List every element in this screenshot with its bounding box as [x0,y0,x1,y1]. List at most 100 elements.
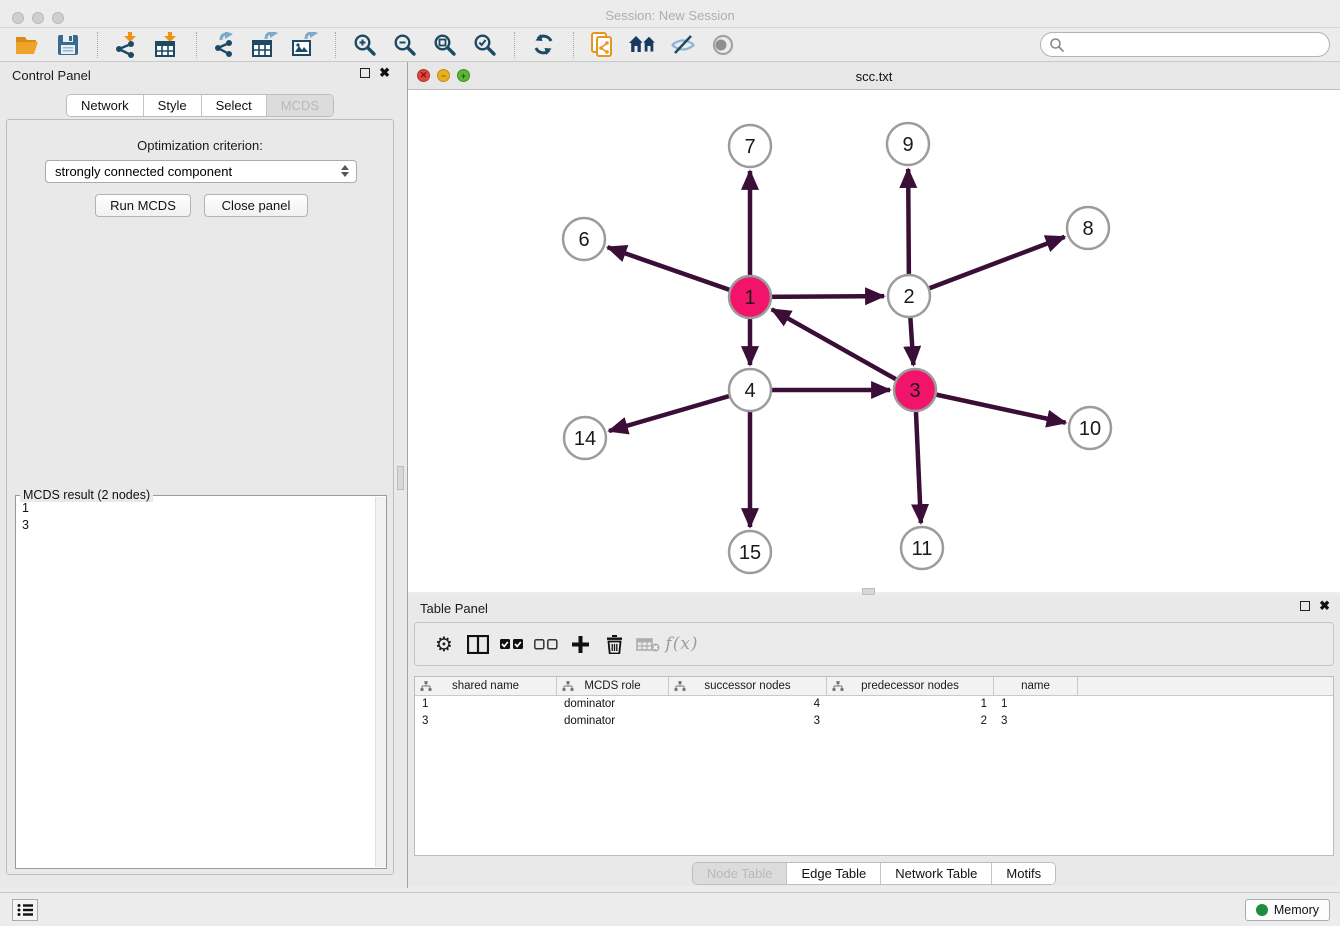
graph-node-label-15: 15 [739,542,761,564]
tab-mcds[interactable]: MCDS [267,95,333,116]
import-table-icon[interactable] [152,30,182,60]
memory-status-icon [1256,904,1268,916]
table-cell[interactable]: 1 [994,696,1078,713]
column-header-shared-name[interactable]: shared name [415,677,557,695]
graph-node-label-7: 7 [744,136,755,158]
toolbar-separator [573,32,574,58]
table-cell[interactable]: 1 [827,696,994,713]
column-type-icon [832,681,844,692]
export-image-icon[interactable] [291,30,321,60]
zoom-in-icon[interactable] [350,30,380,60]
graph-edge-1-6[interactable] [608,247,750,297]
tab-select[interactable]: Select [202,95,267,116]
tab-network[interactable]: Network [67,95,144,116]
float-table-panel-icon[interactable] [1300,601,1310,611]
import-network-icon[interactable] [112,30,142,60]
tab-style[interactable]: Style [144,95,202,116]
graph-node-label-9: 9 [902,134,913,156]
show-graphics-details-icon[interactable] [708,30,738,60]
list-icon [17,903,33,917]
delete-columns-icon[interactable] [597,629,631,659]
table-panel-tabs: Node TableEdge TableNetwork TableMotifs [408,862,1340,885]
vertical-splitter-handle[interactable] [397,466,404,490]
app-title: Session: New Session [0,8,1340,23]
network-window-titlebar[interactable]: ✕ − + scc.txt [408,62,1340,90]
table-cell[interactable]: 4 [669,696,827,713]
column-header-label: successor nodes [704,680,790,692]
float-panel-icon[interactable] [360,68,370,78]
task-history-button[interactable] [12,899,38,921]
table-cell[interactable]: 3 [415,713,557,730]
table-cell[interactable]: 3 [994,713,1078,730]
table-tab-motifs[interactable]: Motifs [992,863,1055,884]
app-titlebar: Session: New Session [0,0,1340,28]
graph-edge-2-8[interactable] [909,237,1065,296]
status-bar: Memory [0,892,1340,926]
close-panel-button[interactable]: Close panel [204,194,308,217]
save-session-icon[interactable] [53,30,83,60]
table-tab-network-table[interactable]: Network Table [881,863,992,884]
zoom-fit-icon[interactable] [430,30,460,60]
new-network-from-selection-icon[interactable] [588,30,618,60]
control-panel-title: Control Panel [12,68,91,83]
table-row[interactable]: 1dominator411 [415,696,1333,713]
search-input[interactable] [1065,38,1315,52]
graph-node-label-1: 1 [744,287,755,309]
close-table-panel-icon[interactable]: ✖ [1319,601,1330,611]
create-new-column-icon[interactable] [563,629,597,659]
close-panel-icon[interactable]: ✖ [379,68,390,78]
open-session-icon[interactable] [13,30,43,60]
network-window-title: scc.txt [408,69,1340,84]
result-scrollbar[interactable] [375,497,386,867]
column-type-icon [674,681,686,692]
optimization-criterion-select[interactable]: strongly connected component [45,160,357,183]
run-mcds-button[interactable]: Run MCDS [95,194,191,217]
export-network-icon[interactable] [211,30,241,60]
column-header-name[interactable]: name [994,677,1078,695]
table-options-gear-icon[interactable]: ⚙ [427,629,461,659]
mcds-result-node: 1 [22,500,29,517]
mcds-result-title: MCDS result (2 nodes) [20,488,153,502]
column-header-label: MCDS role [584,680,640,692]
toolbar-separator [514,32,515,58]
memory-button[interactable]: Memory [1245,899,1330,921]
graph-edge-3-10[interactable] [915,390,1066,423]
toggle-panel-split-icon[interactable] [461,629,495,659]
apply-layout-refresh-icon[interactable] [529,30,559,60]
table-cell[interactable]: dominator [557,696,669,713]
network-home-icon[interactable] [628,30,658,60]
control-panel-tabs: NetworkStyleSelectMCDS [0,94,400,117]
function-builder-icon-disabled: f(x) [665,629,699,659]
mcds-result-node: 3 [22,517,29,534]
zoom-selected-icon[interactable] [470,30,500,60]
mcds-panel: Optimization criterion: strongly connect… [6,119,394,875]
table-cell[interactable]: 3 [669,713,827,730]
combo-stepper-icon [341,165,349,177]
table-tab-edge-table[interactable]: Edge Table [787,863,881,884]
table-cell[interactable]: 1 [415,696,557,713]
graph-edge-3-1[interactable] [772,309,915,390]
table-panel-title: Table Panel [420,601,488,616]
horizontal-splitter-handle[interactable] [862,588,875,595]
hide-graphics-details-icon[interactable] [668,30,698,60]
node-table[interactable]: shared name MCDS role successor nodes prede… [414,676,1334,856]
column-header-predecessor-nodes[interactable]: predecessor nodes [827,677,994,695]
table-cell[interactable]: dominator [557,713,669,730]
column-header-MCDS-role[interactable]: MCDS role [557,677,669,695]
network-canvas-svg[interactable]: 7968124314101511 [408,90,1340,592]
table-row[interactable]: 3dominator323 [415,713,1333,730]
search-icon [1049,37,1065,53]
table-cell[interactable]: 2 [827,713,994,730]
toolbar-search-field[interactable] [1040,32,1330,57]
toolbar-separator [335,32,336,58]
zoom-out-icon[interactable] [390,30,420,60]
column-header-successor-nodes[interactable]: successor nodes [669,677,827,695]
table-tab-node-table[interactable]: Node Table [693,863,788,884]
optimization-criterion-label: Optimization criterion: [7,138,393,153]
export-table-icon[interactable] [251,30,281,60]
delete-table-icon-disabled [631,629,665,659]
select-all-columns-icon[interactable] [495,629,529,659]
unselect-all-columns-icon[interactable] [529,629,563,659]
graph-node-label-11: 11 [912,538,933,560]
column-header-label: name [1021,680,1050,692]
